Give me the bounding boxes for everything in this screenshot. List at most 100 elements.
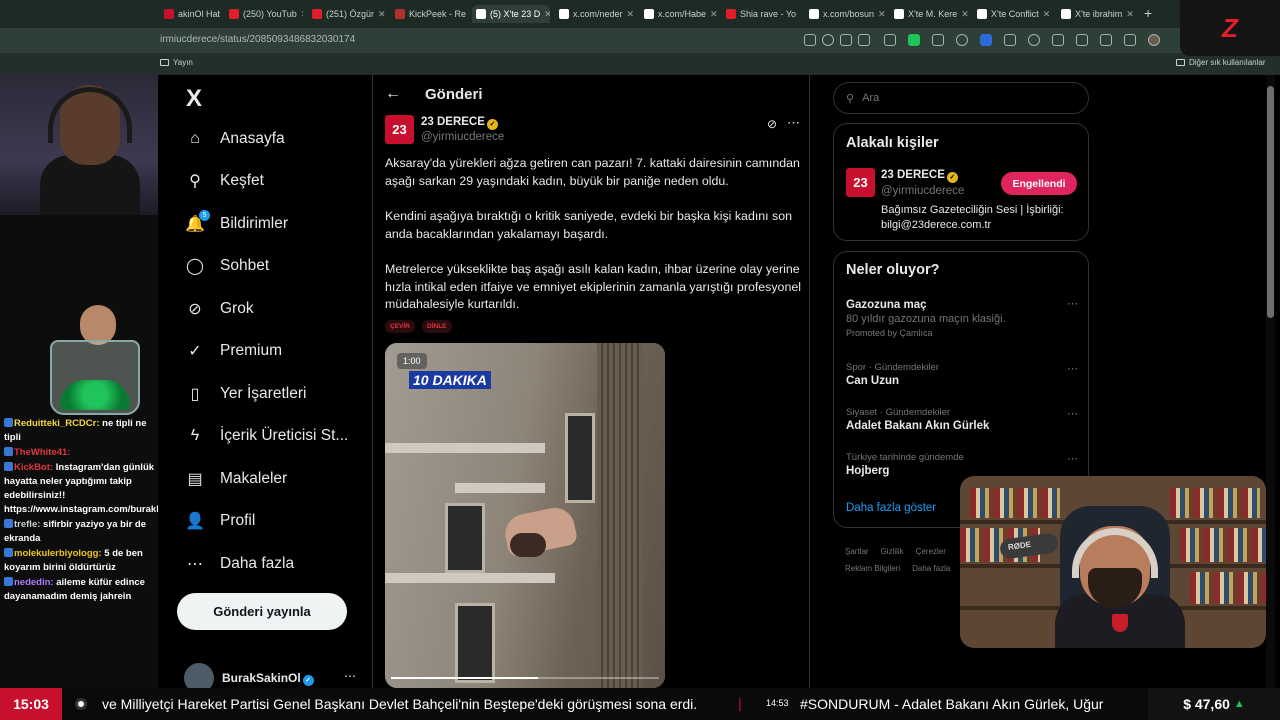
trend-item[interactable]: Türkiye tarihinde gündemde Hojberg ⋯: [846, 452, 1078, 477]
nav-label: Sohbet: [220, 257, 270, 274]
bookmark-yayin[interactable]: Yayın: [160, 58, 193, 67]
related-avatar[interactable]: 23: [846, 168, 875, 197]
footer-privacy[interactable]: Gizlilik: [881, 547, 904, 556]
post-button[interactable]: Gönderi yayınla: [177, 593, 347, 630]
translate-icon[interactable]: [804, 34, 816, 46]
nav-item[interactable]: ◯ Sohbet: [186, 257, 269, 275]
browser-tab[interactable]: X'te M. Kere ✕: [890, 5, 968, 23]
footer-more[interactable]: Daha fazla: [912, 564, 950, 573]
close-tab-icon[interactable]: ✕: [544, 9, 550, 20]
close-tab-icon[interactable]: ✕: [1043, 9, 1051, 20]
trend-item[interactable]: Spor · Gündemdekiler Can Uzun ⋯: [846, 362, 1078, 387]
footer-cookies[interactable]: Çerezler: [916, 547, 946, 556]
close-tab-icon[interactable]: ✕: [961, 9, 968, 20]
close-tab-icon[interactable]: ✕: [378, 9, 386, 20]
trend-item[interactable]: Gazozuna maç 80 yıldır gazozuna maçın kla…: [846, 297, 1078, 338]
listen-tag[interactable]: DİNLE: [422, 320, 452, 333]
extension-green-icon[interactable]: [908, 34, 920, 46]
close-tab-icon[interactable]: ✕: [878, 9, 885, 20]
address-bar[interactable]: irmiucderece/status/2085093486832030174: [0, 28, 1280, 53]
show-more-link[interactable]: Daha fazla göster: [846, 502, 936, 514]
author-avatar[interactable]: 23: [385, 115, 414, 144]
more-icon[interactable]: ⋯: [1067, 362, 1078, 375]
chat-username[interactable]: TheWhite41:: [14, 447, 70, 458]
browser-tab[interactable]: (251) Özgür ✕: [308, 5, 386, 23]
tab-favicon-icon: [164, 9, 174, 19]
extension-icon-3[interactable]: [956, 34, 968, 46]
extension-icon-2[interactable]: [932, 34, 944, 46]
related-name-wrap[interactable]: 23 DERECE ✓: [881, 169, 958, 183]
close-tab-icon[interactable]: ✕: [627, 9, 635, 20]
zoom-icon[interactable]: [822, 34, 834, 46]
post-column: ← Gönderi 23 23 DERECE ✓ @yirmiucderece ⊘…: [372, 75, 810, 688]
close-tab-icon[interactable]: ✕: [710, 9, 718, 20]
trend-item[interactable]: Siyaset · Gündemdekiler Adalet Bakanı Akı…: [846, 407, 1078, 432]
browser-tab[interactable]: akinOl Habe✕: [160, 5, 220, 23]
url-text[interactable]: irmiucderece/status/2085093486832030174: [160, 34, 355, 45]
close-tab-icon[interactable]: ✕: [301, 9, 303, 20]
footer-ads[interactable]: Reklam Bilgileri: [845, 564, 900, 573]
favorites-icon[interactable]: [1076, 34, 1088, 46]
translate-tag[interactable]: ÇEVİR: [385, 320, 415, 333]
browser-tab[interactable]: KickPeek - Re✕: [391, 5, 467, 23]
nav-item[interactable]: ▯ Yer İşaretleri: [186, 385, 307, 403]
scrollbar-thumb[interactable]: [1267, 86, 1274, 318]
footer-terms[interactable]: Şartlar: [845, 547, 869, 556]
chat-username[interactable]: KickBot:: [14, 462, 53, 473]
x-logo[interactable]: X: [186, 85, 202, 113]
extension-blue-icon[interactable]: [980, 34, 992, 46]
browser-tab[interactable]: x.com/Habe ✕: [640, 5, 718, 23]
profile-avatar-icon[interactable]: [1148, 34, 1160, 46]
tab-favicon-icon: [312, 9, 322, 19]
search-box[interactable]: ⚲ Ara: [833, 82, 1089, 114]
related-handle[interactable]: @yirmiucderece: [881, 185, 964, 197]
chat-username[interactable]: trefle:: [14, 519, 40, 530]
extension-icon-4[interactable]: [1004, 34, 1016, 46]
nav-item[interactable]: 🔔 5 Bildirimler: [185, 210, 288, 233]
chat-username[interactable]: nededin:: [14, 577, 54, 588]
window-shutter: [597, 343, 643, 688]
downloads-icon[interactable]: [1124, 34, 1136, 46]
browser-tab[interactable]: Shia rave - Yo✕: [722, 5, 800, 23]
author-handle[interactable]: @yirmiucderece: [421, 131, 504, 143]
back-arrow-icon[interactable]: ←: [385, 85, 401, 103]
video-progress[interactable]: [391, 677, 659, 679]
more-icon[interactable]: ⋯: [1067, 452, 1078, 465]
more-icon[interactable]: ⋯: [344, 669, 356, 683]
nav-item[interactable]: ✓ Premium: [186, 342, 282, 360]
bookmark-other[interactable]: Diğer sık kullanılanlar: [1176, 58, 1265, 67]
tab-favicon-icon: [229, 9, 239, 19]
author-name-wrap[interactable]: 23 DERECE ✓: [421, 116, 498, 130]
chat-username[interactable]: Reduitteki_RCDCr:: [14, 418, 100, 429]
nav-item[interactable]: ▤ Makaleler: [186, 470, 287, 488]
more-icon[interactable]: ⋯: [1067, 297, 1078, 310]
chat-username[interactable]: molekulerbiyologg:: [14, 548, 102, 559]
extension-icon[interactable]: [884, 34, 896, 46]
browser-tab[interactable]: X'te Conflict ✕: [973, 5, 1053, 23]
balcony: [385, 573, 555, 583]
nav-item[interactable]: ⚲ Keşfet: [186, 172, 264, 190]
browser-tab[interactable]: (5) X'te 23 D ✕: [472, 5, 550, 23]
refresh-icon[interactable]: [1028, 34, 1040, 46]
close-tab-icon[interactable]: ✕: [1126, 9, 1134, 20]
bookmark-icon: ▯: [190, 386, 200, 403]
star-icon[interactable]: [858, 34, 870, 46]
nav-item[interactable]: ⌂ Anasayfa: [186, 130, 284, 148]
browser-tab[interactable]: X'te ibrahim ✕: [1057, 5, 1135, 23]
nav-item[interactable]: 👤 Profil: [185, 512, 255, 530]
nav-item[interactable]: ϟ İçerik Üreticisi St...: [186, 427, 349, 445]
nav-item[interactable]: ⋯ Daha fazla: [186, 555, 294, 573]
new-tab-button[interactable]: +: [1140, 4, 1156, 22]
split-view-icon[interactable]: [1052, 34, 1064, 46]
browser-tab[interactable]: x.com/neder ✕: [555, 5, 635, 23]
more-icon[interactable]: ⋯: [1067, 407, 1078, 420]
more-icon[interactable]: ⋯: [787, 115, 800, 131]
browser-tab[interactable]: (250) YouTub ✕: [225, 5, 303, 23]
tweet-video[interactable]: 1:00 10 DAKIKA: [385, 343, 665, 688]
grok-icon[interactable]: ⊘: [767, 117, 777, 131]
browser-tab[interactable]: x.com/bosun ✕: [805, 5, 885, 23]
blocked-button[interactable]: Engellendi: [1001, 172, 1077, 195]
reader-icon[interactable]: [840, 34, 852, 46]
collections-icon[interactable]: [1100, 34, 1112, 46]
nav-item[interactable]: ⊘ Grok: [186, 300, 253, 318]
